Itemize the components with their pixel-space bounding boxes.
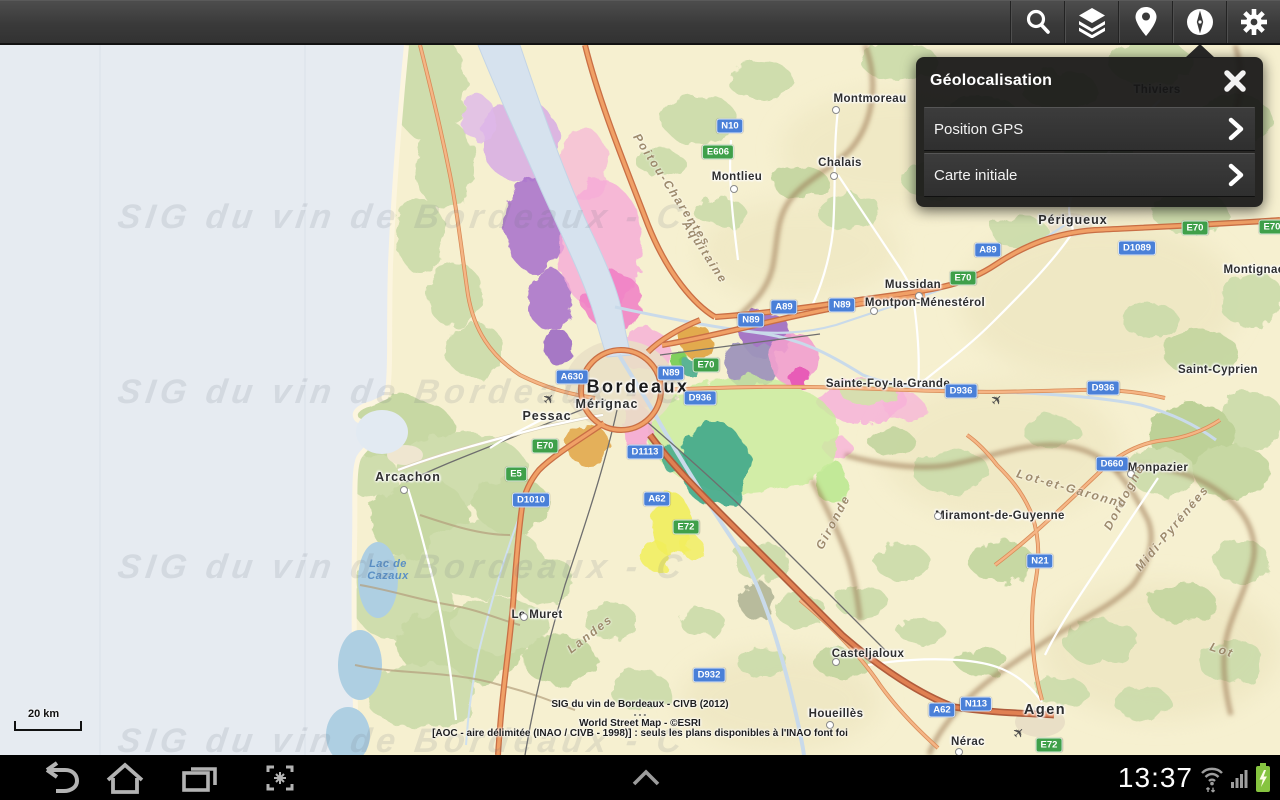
popup-item-label: Carte initiale (934, 166, 1018, 184)
expand-tray-button[interactable] (618, 755, 674, 800)
gear-icon (1240, 9, 1267, 35)
popup-item-position-gps[interactable]: Position GPS (924, 107, 1255, 151)
recents-button[interactable] (160, 755, 240, 800)
layers-icon (1078, 8, 1105, 38)
status-area[interactable]: 13:37 (1118, 755, 1272, 800)
popup-title: Géolocalisation (930, 72, 1053, 89)
screenshot-button[interactable] (240, 755, 320, 800)
map-attribution: SIG du vin de Bordeaux - CIVB (2012) - -… (0, 700, 1280, 739)
battery-icon (1256, 762, 1270, 792)
signal-icon (1231, 769, 1248, 788)
recents-icon (182, 766, 217, 792)
home-button[interactable] (90, 755, 160, 800)
compass-icon (1186, 9, 1213, 35)
popup-item-carte-initiale[interactable]: Carte initiale (924, 153, 1255, 197)
popup-caret (1185, 44, 1215, 58)
popup-item-label: Position GPS (934, 120, 1024, 138)
geolocation-popup: Géolocalisation Position GPS Carte initi… (916, 44, 1263, 207)
screenshot-icon (266, 765, 294, 790)
close-icon[interactable] (1221, 67, 1249, 95)
geolocation-button[interactable] (1172, 1, 1226, 43)
attribution-line: SIG du vin de Bordeaux - CIVB (2012) (551, 699, 729, 710)
back-icon (45, 760, 80, 793)
android-nav-bar: 13:37 (0, 755, 1280, 800)
chevron-right-icon (1228, 117, 1244, 141)
map-pin-icon (1135, 7, 1156, 36)
chevron-up-icon (632, 768, 660, 785)
search-icon (1026, 9, 1050, 34)
clock: 13:37 (1117, 761, 1193, 793)
chevron-right-icon (1228, 163, 1244, 187)
search-button[interactable] (1010, 1, 1064, 43)
wifi-icon (1201, 767, 1223, 792)
places-button[interactable] (1118, 1, 1172, 43)
top-toolbar (0, 0, 1280, 45)
layers-button[interactable] (1064, 1, 1118, 43)
back-button[interactable] (20, 755, 90, 800)
attribution-line: [AOC - aire délimitée (INAO / CIVB - 199… (432, 728, 848, 739)
home-icon (106, 761, 144, 794)
settings-button[interactable] (1226, 1, 1280, 43)
